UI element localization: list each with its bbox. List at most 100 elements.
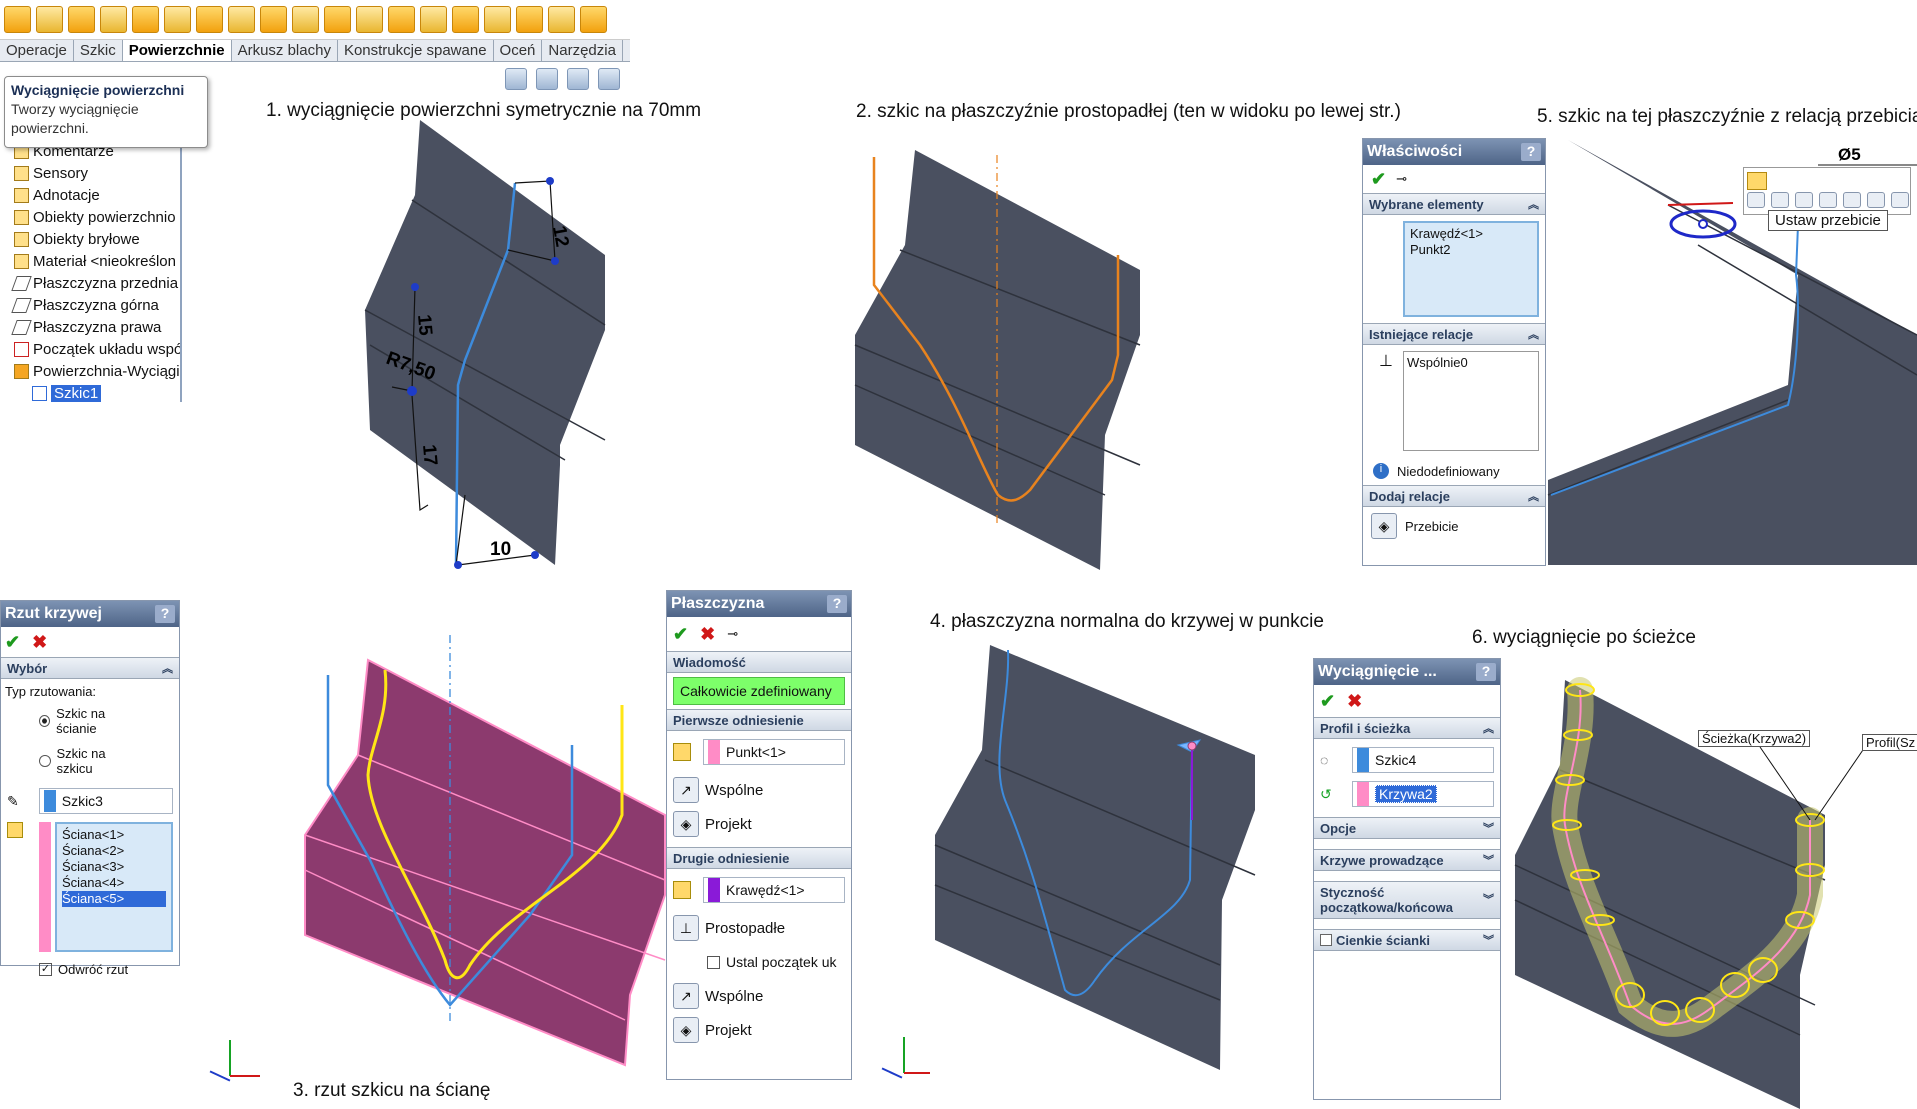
list-item[interactable]: Krawędź<1> — [1410, 226, 1532, 242]
section-second-reference[interactable]: Drugie odniesienie — [667, 847, 851, 869]
tree-item-plaszczyzna-przednia[interactable]: Płaszczyzna przednia — [0, 272, 180, 294]
offset-surface-icon[interactable] — [260, 6, 287, 33]
tangent-icon[interactable] — [1867, 192, 1885, 208]
tree-item-poczatek[interactable]: Początek układu wspó — [0, 338, 180, 360]
untrim-surface-icon[interactable] — [484, 6, 511, 33]
callout-profile[interactable]: Profil(Sz — [1862, 734, 1917, 751]
thicken-icon[interactable] — [548, 6, 575, 33]
planar-surface-icon[interactable] — [228, 6, 255, 33]
option-coincident-2[interactable]: ↗ Wspólne — [673, 979, 851, 1013]
ok-icon[interactable]: ✔ — [1371, 169, 1386, 190]
trim-surface-icon[interactable] — [452, 6, 479, 33]
help-icon[interactable]: ? — [827, 595, 847, 613]
ruled-surface-icon[interactable] — [292, 6, 319, 33]
tree-item-powierzchnia-wyciagniecie[interactable]: Powierzchnia-Wyciągi — [0, 360, 180, 382]
delete-face-icon[interactable] — [356, 6, 383, 33]
revolved-surface-icon[interactable] — [36, 6, 63, 33]
tree-item-sensory[interactable]: Sensory — [0, 162, 180, 184]
section-add-relations[interactable]: Dodaj relacje ︽ — [1363, 485, 1545, 507]
path-field[interactable]: Krzywa2 — [1352, 781, 1494, 807]
ok-icon[interactable]: ✔ — [5, 632, 20, 653]
reverse-projection-checkbox[interactable]: ✓ Odwróć rzut — [1, 960, 179, 979]
list-item[interactable]: Ściana<2> — [62, 843, 166, 859]
tree-item-plaszczyzna-gorna[interactable]: Płaszczyzna górna — [0, 294, 180, 316]
cut-with-surface-icon[interactable] — [580, 6, 607, 33]
set-origin-checkbox[interactable]: Ustal początek uk — [707, 945, 851, 979]
dim-12[interactable]: 12 — [548, 224, 572, 248]
dim-10[interactable]: 10 — [490, 539, 511, 560]
radio-sketch-on-sketch[interactable]: Szkic na szkicu — [1, 738, 179, 784]
relation-pierce[interactable]: ◈ Przebicie — [1363, 507, 1545, 545]
option-perpendicular[interactable]: ⊥ Prostopadłe — [673, 911, 851, 945]
dim-diameter-5[interactable]: Ø5 — [1838, 145, 1861, 164]
knit-surface-icon[interactable] — [516, 6, 543, 33]
tree-item-adnotacje[interactable]: Adnotacje — [0, 184, 180, 206]
profile-field[interactable]: Szkic4 — [1352, 747, 1494, 773]
lofted-surface-icon[interactable] — [100, 6, 127, 33]
ok-icon[interactable]: ✔ — [673, 624, 688, 645]
freeform-icon[interactable] — [196, 6, 223, 33]
option-project-2[interactable]: ◈ Projekt — [673, 1013, 851, 1047]
radio-sketch-on-face[interactable]: Szkic na ścianie — [1, 704, 179, 738]
list-item[interactable]: Ściana<5> — [62, 891, 166, 907]
list-item[interactable]: Punkt2 — [1410, 242, 1532, 258]
tab-arkusz-blachy[interactable]: Arkusz blachy — [232, 40, 338, 61]
horizontal-icon[interactable] — [1771, 192, 1789, 208]
option-coincident-1[interactable]: ↗ Wspólne — [673, 773, 851, 807]
section-first-reference[interactable]: Pierwsze odniesienie — [667, 709, 851, 731]
merge-icon[interactable] — [1891, 192, 1909, 208]
help-icon[interactable]: ? — [155, 605, 175, 623]
cancel-icon[interactable]: ✖ — [700, 624, 715, 645]
tab-powierzchnie[interactable]: Powierzchnie — [122, 40, 232, 61]
midpoint-icon[interactable] — [1819, 192, 1837, 208]
list-item[interactable]: Ściana<4> — [62, 875, 166, 891]
list-item[interactable]: Ściana<3> — [62, 859, 166, 875]
section-view-icon[interactable] — [598, 68, 620, 90]
callout-path[interactable]: Ścieżka(Krzywa2) — [1698, 730, 1811, 747]
help-icon[interactable]: ? — [1521, 143, 1541, 161]
list-item[interactable]: Wspólnie0 — [1407, 355, 1535, 370]
previous-view-icon[interactable] — [567, 68, 589, 90]
boundary-surface-icon[interactable] — [132, 6, 159, 33]
cancel-icon[interactable]: ✖ — [1347, 691, 1362, 712]
first-reference-field[interactable]: Punkt<1> — [703, 739, 845, 765]
tree-item-obiekty-brylowe[interactable]: Obiekty bryłowe — [0, 228, 180, 250]
section-wybor[interactable]: Wybór ︽ — [1, 657, 179, 679]
zoom-area-icon[interactable] — [536, 68, 558, 90]
tab-narzedzia[interactable]: Narzędzia — [542, 40, 623, 61]
dim-17[interactable]: 17 — [418, 444, 441, 467]
tree-item-plaszczyzna-prawa[interactable]: Płaszczyzna prawa — [0, 316, 180, 338]
tree-item-szkic1[interactable]: Szkic1 — [0, 382, 180, 404]
replace-face-icon[interactable] — [388, 6, 415, 33]
tab-ocen[interactable]: Oceń — [494, 40, 543, 61]
section-options[interactable]: Opcje ︾ — [1314, 817, 1500, 839]
sketch-field[interactable]: Szkic3 — [38, 788, 173, 814]
tab-konstrukcje-spawane[interactable]: Konstrukcje spawane — [338, 40, 494, 61]
pierce-icon[interactable] — [1747, 172, 1767, 190]
extruded-surface-icon[interactable] — [4, 6, 31, 33]
ok-icon[interactable]: ✔ — [1320, 691, 1335, 712]
coincident-icon[interactable] — [1747, 192, 1765, 208]
fix-icon[interactable] — [1843, 192, 1861, 208]
section-selected-entities[interactable]: Wybrane elementy ︽ — [1363, 193, 1545, 215]
section-profile-path[interactable]: Profil i ścieżka ︽ — [1314, 717, 1500, 739]
tree-item-material[interactable]: Materiał <nieokreślon — [0, 250, 180, 272]
selected-entities-list[interactable]: Krawędź<1> Punkt2 — [1403, 221, 1539, 317]
pin-icon[interactable]: ⊸ — [727, 626, 738, 642]
second-reference-field[interactable]: Krawędź<1> — [703, 877, 845, 903]
section-existing-relations[interactable]: Istniejące relacje ︽ — [1363, 323, 1545, 345]
dim-15[interactable]: 15 — [413, 314, 436, 337]
swept-surface-icon[interactable] — [68, 6, 95, 33]
section-tangency[interactable]: Styczność początkowa/końcowa ︾ — [1314, 881, 1500, 919]
tree-item-obiekty-powierzchniowe[interactable]: Obiekty powierzchnio — [0, 206, 180, 228]
zoom-to-fit-icon[interactable] — [505, 68, 527, 90]
surface-flatten-icon[interactable] — [324, 6, 351, 33]
pin-icon[interactable]: ⊸ — [1396, 171, 1407, 187]
extend-surface-icon[interactable] — [420, 6, 447, 33]
existing-relations-list[interactable]: Wspólnie0 — [1403, 351, 1539, 451]
help-icon[interactable]: ? — [1476, 663, 1496, 681]
faces-list[interactable]: Ściana<1> Ściana<2> Ściana<3> Ściana<4> … — [55, 822, 173, 952]
cancel-icon[interactable]: ✖ — [32, 632, 47, 653]
vertical-icon[interactable] — [1795, 192, 1813, 208]
list-item[interactable]: Ściana<1> — [62, 827, 166, 843]
